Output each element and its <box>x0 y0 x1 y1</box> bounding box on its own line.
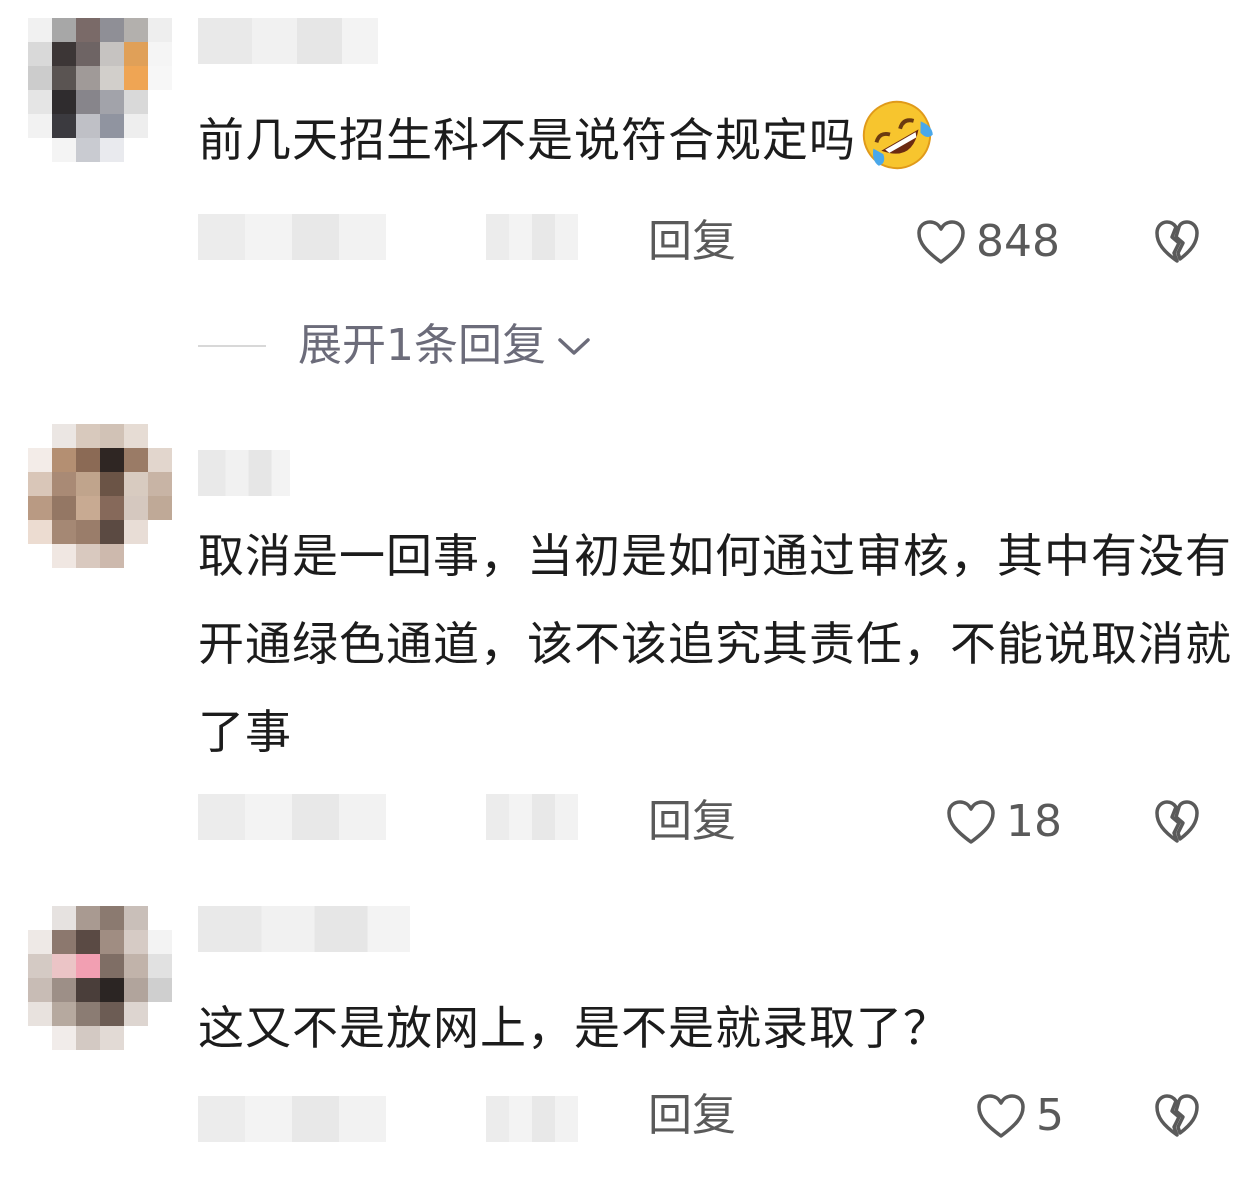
expand-replies-label: 展开1条回复 <box>298 320 546 371</box>
rolling-on-floor-laughing-emoji <box>862 100 933 169</box>
reply-button[interactable]: 回复 <box>648 794 736 850</box>
broken-heart-icon[interactable] <box>1154 219 1200 265</box>
avatar[interactable] <box>28 906 172 1050</box>
heart-outline-icon <box>977 1094 1025 1138</box>
location-blurred <box>486 1096 578 1142</box>
reply-button[interactable]: 回复 <box>648 1088 736 1144</box>
avatar[interactable] <box>28 424 172 568</box>
username-blurred[interactable] <box>198 18 378 64</box>
like-button[interactable]: 18 <box>946 794 1062 850</box>
like-button[interactable]: 5 <box>976 1088 1064 1144</box>
timestamp-blurred <box>198 214 386 260</box>
location-blurred <box>486 214 578 260</box>
timestamp-blurred <box>198 1096 386 1142</box>
location-blurred <box>486 794 578 840</box>
comment-text-content: 前几天招生科不是说符合规定吗 <box>198 113 856 167</box>
avatar[interactable] <box>28 18 172 162</box>
timestamp-blurred <box>198 794 386 840</box>
broken-heart-icon[interactable] <box>1154 1093 1200 1139</box>
like-count: 5 <box>1036 1090 1064 1141</box>
like-button[interactable]: 848 <box>916 214 1060 270</box>
comment-text: 前几天招生科不是说符合规定吗 <box>198 96 1238 184</box>
heart-outline-icon <box>947 800 995 844</box>
username-blurred[interactable] <box>198 450 290 496</box>
heart-outline-icon <box>917 220 965 264</box>
expand-replies-button[interactable]: 展开1条回复 <box>198 316 592 376</box>
comment-text: 这又不是放网上，是不是就录取了？ <box>198 1001 950 1055</box>
chevron-down-icon <box>558 338 590 355</box>
like-count: 18 <box>1006 796 1062 847</box>
reply-button[interactable]: 回复 <box>648 214 736 270</box>
username-blurred[interactable] <box>198 906 410 952</box>
expand-divider <box>198 345 266 347</box>
comment-text: 取消是一回事，当初是如何通过审核，其中有没有开通绿色通道，该不该追究其责任，不能… <box>198 529 1232 759</box>
broken-heart-icon[interactable] <box>1154 799 1200 845</box>
like-count: 848 <box>976 216 1060 267</box>
